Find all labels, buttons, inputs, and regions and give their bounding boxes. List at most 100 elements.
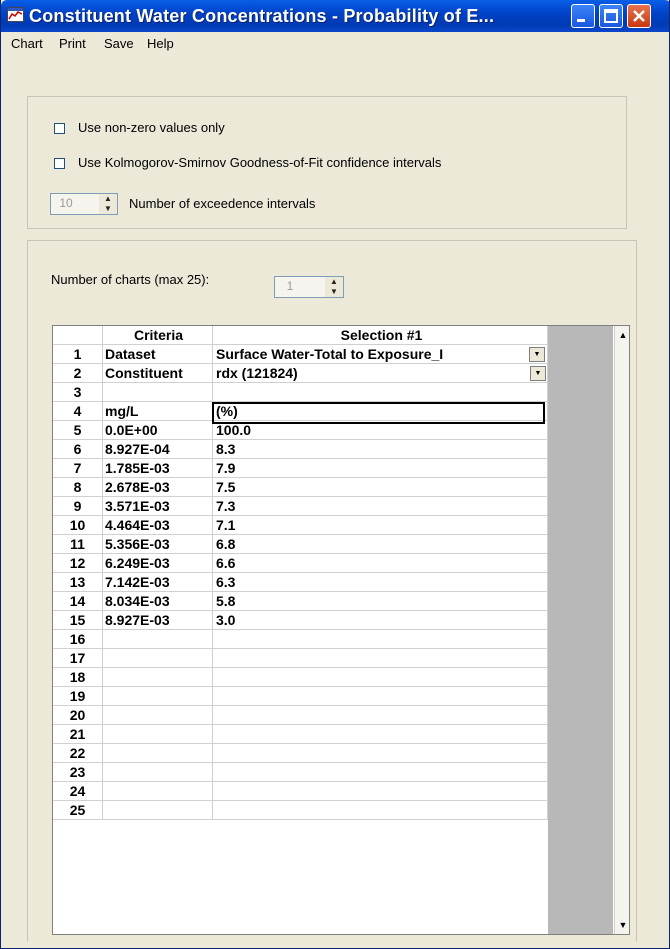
table-row[interactable]: 15 8.927E-03 3.0 bbox=[53, 611, 548, 630]
table-row[interactable]: 3 bbox=[53, 383, 548, 402]
selection-cell[interactable]: Surface Water-Total to Exposure_I bbox=[213, 345, 548, 364]
minimize-button[interactable] bbox=[571, 4, 595, 28]
criteria-cell[interactable]: 5.356E-03 bbox=[103, 535, 213, 554]
selection-cell[interactable] bbox=[213, 782, 548, 801]
criteria-cell[interactable] bbox=[103, 630, 213, 649]
charts-count-value[interactable]: 1 bbox=[275, 279, 305, 293]
criteria-cell[interactable]: Dataset bbox=[103, 345, 213, 364]
criteria-cell[interactable]: 0.0E+00 bbox=[103, 421, 213, 440]
table-row[interactable]: 11 5.356E-03 6.8 bbox=[53, 535, 548, 554]
table-row[interactable]: 21 bbox=[53, 725, 548, 744]
selection-cell[interactable]: 6.3 bbox=[213, 573, 548, 592]
table-row[interactable]: 14 8.034E-03 5.8 bbox=[53, 592, 548, 611]
table-row[interactable]: 22 bbox=[53, 744, 548, 763]
criteria-cell[interactable]: mg/L bbox=[103, 402, 213, 421]
table-row[interactable]: 8 2.678E-03 7.5 bbox=[53, 478, 548, 497]
menu-chart[interactable]: Chart bbox=[11, 36, 43, 51]
criteria-cell[interactable]: 6.249E-03 bbox=[103, 554, 213, 573]
scroll-up-icon[interactable]: ▲ bbox=[615, 326, 629, 344]
selection-cell[interactable]: 3.0 bbox=[213, 611, 548, 630]
selection-cell[interactable]: 8.3 bbox=[213, 440, 548, 459]
table-row[interactable]: 17 bbox=[53, 649, 548, 668]
intervals-value[interactable]: 10 bbox=[51, 196, 81, 210]
intervals-spin-arrows[interactable]: ▲ ▼ bbox=[99, 194, 117, 214]
selection-cell[interactable] bbox=[213, 744, 548, 763]
menu-help[interactable]: Help bbox=[147, 36, 174, 51]
selection-cell[interactable]: 5.8 bbox=[213, 592, 548, 611]
charts-count-spinner[interactable]: 1 ▲ ▼ bbox=[274, 276, 344, 298]
ks-checkbox[interactable] bbox=[54, 158, 65, 169]
criteria-cell[interactable] bbox=[103, 668, 213, 687]
selection-cell[interactable] bbox=[213, 763, 548, 782]
spin-up-icon[interactable]: ▲ bbox=[325, 277, 343, 287]
criteria-cell[interactable] bbox=[103, 782, 213, 801]
selection-cell[interactable] bbox=[213, 801, 548, 820]
criteria-grid[interactable]: Criteria Selection #1 1 Dataset Surface Wa… bbox=[52, 325, 630, 935]
selection-cell[interactable]: 6.6 bbox=[213, 554, 548, 573]
table-row[interactable]: 24 bbox=[53, 782, 548, 801]
criteria-cell[interactable] bbox=[103, 763, 213, 782]
criteria-cell[interactable]: 8.927E-04 bbox=[103, 440, 213, 459]
selection-cell[interactable]: 7.9 bbox=[213, 459, 548, 478]
table-row[interactable]: 23 bbox=[53, 763, 548, 782]
criteria-cell[interactable] bbox=[103, 383, 213, 402]
intervals-spinner[interactable]: 10 ▲ ▼ bbox=[50, 193, 118, 215]
selection-cell[interactable] bbox=[213, 383, 548, 402]
criteria-cell[interactable] bbox=[103, 706, 213, 725]
table-row[interactable]: 7 1.785E-03 7.9 bbox=[53, 459, 548, 478]
spin-down-icon[interactable]: ▼ bbox=[99, 204, 117, 214]
scroll-down-icon[interactable]: ▼ bbox=[615, 916, 629, 934]
selection-cell[interactable]: 6.8 bbox=[213, 535, 548, 554]
charts-spin-arrows[interactable]: ▲ ▼ bbox=[325, 277, 343, 297]
dropdown-arrow-icon[interactable]: ▼ bbox=[529, 347, 545, 362]
selection-cell[interactable] bbox=[213, 706, 548, 725]
nonzero-checkbox[interactable] bbox=[54, 123, 65, 134]
selection-cell[interactable]: 7.3 bbox=[213, 497, 548, 516]
ks-label[interactable]: Use Kolmogorov-Smirnov Goodness-of-Fit c… bbox=[78, 155, 441, 170]
table-row[interactable]: 1 Dataset Surface Water-Total to Exposure_… bbox=[53, 345, 548, 364]
menu-save[interactable]: Save bbox=[104, 36, 134, 51]
table-row[interactable]: 10 4.464E-03 7.1 bbox=[53, 516, 548, 535]
table-row[interactable]: 25 bbox=[53, 801, 548, 820]
criteria-cell[interactable] bbox=[103, 744, 213, 763]
selection-cell[interactable] bbox=[213, 630, 548, 649]
selection-cell[interactable] bbox=[213, 668, 548, 687]
selection-cell[interactable] bbox=[213, 687, 548, 706]
vertical-scrollbar[interactable]: ▲ ▼ bbox=[614, 326, 629, 934]
table-row[interactable]: 13 7.142E-03 6.3 bbox=[53, 573, 548, 592]
close-button[interactable] bbox=[627, 4, 651, 28]
table-row[interactable]: 6 8.927E-04 8.3 bbox=[53, 440, 548, 459]
spin-up-icon[interactable]: ▲ bbox=[99, 194, 117, 204]
criteria-cell[interactable] bbox=[103, 649, 213, 668]
table-row[interactable]: 12 6.249E-03 6.6 bbox=[53, 554, 548, 573]
maximize-button[interactable] bbox=[599, 4, 623, 28]
table-row[interactable]: 16 bbox=[53, 630, 548, 649]
criteria-cell[interactable]: 4.464E-03 bbox=[103, 516, 213, 535]
nonzero-label[interactable]: Use non-zero values only bbox=[78, 120, 225, 135]
table-row[interactable]: 20 bbox=[53, 706, 548, 725]
selection-cell[interactable] bbox=[213, 649, 548, 668]
criteria-cell[interactable]: 3.571E-03 bbox=[103, 497, 213, 516]
selection-cell[interactable]: rdx (121824) bbox=[213, 364, 548, 383]
criteria-cell[interactable]: 8.034E-03 bbox=[103, 592, 213, 611]
criteria-cell[interactable]: 1.785E-03 bbox=[103, 459, 213, 478]
row-number: 1 bbox=[53, 345, 103, 364]
spin-down-icon[interactable]: ▼ bbox=[325, 287, 343, 297]
criteria-cell[interactable]: 8.927E-03 bbox=[103, 611, 213, 630]
dropdown-arrow-icon[interactable]: ▼ bbox=[530, 366, 546, 381]
table-row[interactable]: 19 bbox=[53, 687, 548, 706]
title-bar[interactable]: Constituent Water Concentrations - Proba… bbox=[1, 0, 669, 32]
selection-cell[interactable] bbox=[213, 725, 548, 744]
criteria-cell[interactable] bbox=[103, 725, 213, 744]
criteria-cell[interactable]: 2.678E-03 bbox=[103, 478, 213, 497]
criteria-cell[interactable]: Constituent bbox=[103, 364, 213, 383]
criteria-cell[interactable] bbox=[103, 801, 213, 820]
menu-print[interactable]: Print bbox=[59, 36, 86, 51]
criteria-cell[interactable]: 7.142E-03 bbox=[103, 573, 213, 592]
selection-cell[interactable]: 7.5 bbox=[213, 478, 548, 497]
criteria-cell[interactable] bbox=[103, 687, 213, 706]
table-row[interactable]: 9 3.571E-03 7.3 bbox=[53, 497, 548, 516]
selection-cell[interactable]: 7.1 bbox=[213, 516, 548, 535]
table-row[interactable]: 2 Constituent rdx (121824) ▼ bbox=[53, 364, 548, 383]
table-row[interactable]: 18 bbox=[53, 668, 548, 687]
